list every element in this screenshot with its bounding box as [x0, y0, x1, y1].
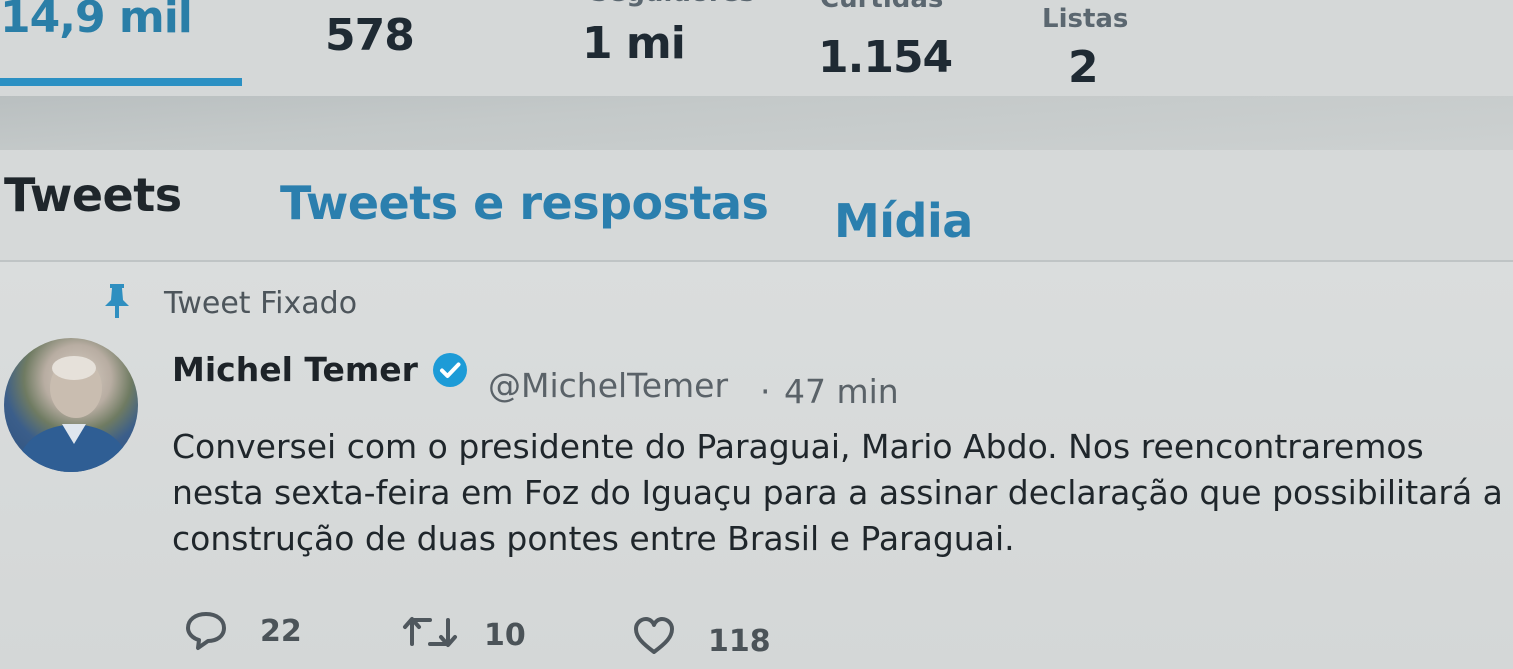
- pinned-tweet-label: Tweet Fixado: [164, 286, 358, 321]
- verified-icon: [433, 353, 467, 387]
- tab-media[interactable]: Mídia: [834, 194, 973, 248]
- meta-separator: ·: [760, 372, 771, 411]
- active-stat-underline: [0, 78, 242, 86]
- retweet-count: 10: [484, 618, 526, 653]
- pin-icon: [105, 284, 129, 318]
- tab-tweets-and-replies[interactable]: Tweets e respostas: [280, 176, 769, 230]
- profile-screen: 14,9 mil 578 Seguidores 1 mi Curtidas 1.…: [0, 0, 1513, 669]
- stat-followers-label: Seguidores: [590, 0, 755, 8]
- reply-icon: [186, 612, 226, 650]
- stat-likes-value: 1.154: [818, 32, 953, 83]
- reply-count: 22: [260, 614, 302, 649]
- tweet-timestamp[interactable]: 47 min: [784, 372, 899, 411]
- stat-following-value: 578: [325, 10, 415, 61]
- stat-lists-label: Listas: [1042, 4, 1129, 34]
- tweet-text: Conversei com o presidente do Paraguai, …: [172, 424, 1503, 562]
- stat-likes-label: Curtidas: [820, 0, 943, 14]
- pinned-tweet[interactable]: Tweet Fixado Michel Temer @MichelTemer ·…: [0, 262, 1513, 669]
- stats-divider: [0, 96, 1513, 156]
- avatar-photo: [14, 356, 132, 472]
- tweet-text-line: Conversei com o presidente do Paraguai, …: [172, 427, 1424, 466]
- stat-lists-value: 2: [1068, 42, 1099, 93]
- stat-followers-value: 1 mi: [582, 18, 686, 69]
- retweet-icon: [403, 617, 457, 647]
- author-name[interactable]: Michel Temer: [172, 350, 418, 389]
- like-icon: [634, 617, 674, 654]
- profile-stats-bar: 14,9 mil 578 Seguidores 1 mi Curtidas 1.…: [0, 0, 1513, 100]
- tweet-text-line: construção de duas pontes entre Brasil e…: [172, 519, 1015, 558]
- tweet-text-line: nesta sexta-feira em Foz do Iguaçu para …: [172, 473, 1503, 512]
- avatar[interactable]: [4, 338, 138, 472]
- timeline-tabs: Tweets Tweets e respostas Mídia: [0, 150, 1513, 262]
- stat-tweets-value: 14,9 mil: [0, 0, 193, 43]
- author-handle[interactable]: @MichelTemer: [488, 366, 728, 405]
- like-count: 118: [708, 624, 771, 659]
- tab-tweets[interactable]: Tweets: [4, 168, 182, 222]
